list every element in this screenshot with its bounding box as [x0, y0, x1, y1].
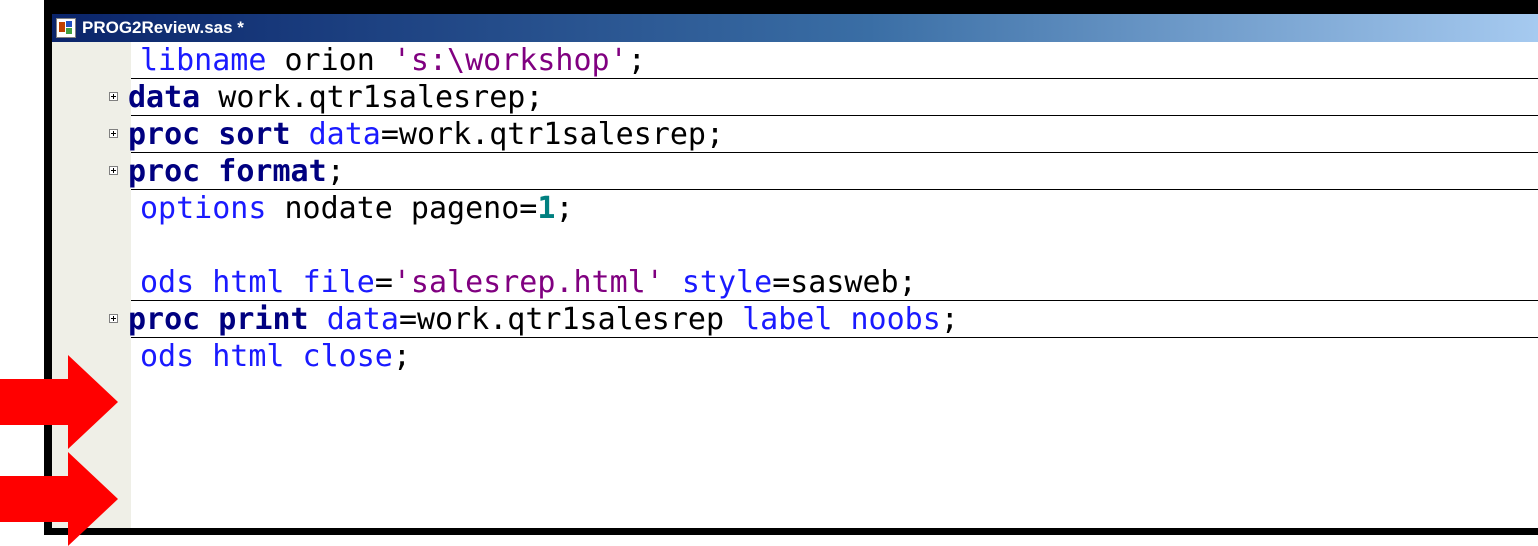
fold-expand-icon[interactable] [109, 129, 118, 138]
code-line[interactable]: ods html close; [52, 338, 1538, 375]
code-text: proc print data=work.qtr1salesrep label … [128, 301, 959, 338]
window-title: PROG2Review.sas * [82, 18, 244, 37]
code-token: proc sort [128, 117, 291, 152]
code-token: = [374, 265, 393, 300]
title-bar[interactable]: PROG2Review.sas * [52, 14, 1538, 42]
code-token: label noobs [742, 302, 941, 337]
code-token: data [128, 80, 201, 115]
sas-program-icon [56, 18, 76, 38]
code-token: nodate pageno= [266, 191, 538, 226]
code-text: libname orion 's:\workshop'; [140, 42, 646, 79]
arrow-to-ods-html-close [0, 452, 118, 546]
code-token: =work.qtr1salesrep; [380, 117, 725, 152]
code-token: options [140, 191, 267, 226]
code-line[interactable]: proc sort data=work.qtr1salesrep; [52, 116, 1538, 153]
code-text: ods html file='salesrep.html' style=sasw… [140, 264, 917, 301]
code-line[interactable]: proc print data=work.qtr1salesrep label … [52, 301, 1538, 338]
code-token: style [681, 265, 773, 300]
editor-window: PROG2Review.sas * libname orion 's:\work… [44, 0, 1538, 535]
code-token: ods html close [140, 339, 393, 374]
code-text: ods html close; [140, 338, 411, 375]
code-line[interactable] [52, 227, 1538, 264]
code-token: ; [627, 43, 646, 78]
code-token: proc format [128, 154, 327, 189]
code-text: proc sort data=work.qtr1salesrep; [128, 116, 724, 153]
code-token: data [308, 117, 381, 152]
code-token: file [302, 265, 375, 300]
fold-expand-icon[interactable] [109, 92, 118, 101]
code-line[interactable]: ods html file='salesrep.html' style=sasw… [52, 264, 1538, 301]
code-token: work.qtr1salesrep; [200, 80, 544, 115]
fold-expand-icon[interactable] [109, 314, 118, 323]
code-token: 1 [537, 191, 556, 226]
code-token: orion [266, 43, 393, 78]
code-line[interactable]: libname orion 's:\workshop'; [52, 42, 1538, 79]
code-text: proc format; [128, 153, 345, 190]
code-line[interactable]: data work.qtr1salesrep; [52, 79, 1538, 116]
code-token: ; [940, 302, 959, 337]
code-token: =work.qtr1salesrep [398, 302, 743, 337]
code-text: data work.qtr1salesrep; [128, 79, 543, 116]
code-line[interactable]: proc format; [52, 153, 1538, 190]
code-token: proc print [128, 302, 309, 337]
code-token: =sasweb; [772, 265, 917, 300]
fold-expand-icon[interactable] [109, 166, 118, 175]
code-text: options nodate pageno=1; [140, 190, 574, 227]
code-token: ; [326, 154, 345, 189]
code-token: ; [555, 191, 574, 226]
code-token: ods html [140, 265, 285, 300]
code-token: 'salesrep.html' [392, 265, 664, 300]
code-token: libname [140, 43, 267, 78]
code-token: data [326, 302, 399, 337]
code-token: ; [392, 339, 411, 374]
arrow-to-ods-html-file [0, 355, 118, 449]
code-token: 's:\workshop' [392, 43, 628, 78]
code-editor[interactable]: libname orion 's:\workshop'; data work.qt… [52, 42, 1538, 528]
code-line[interactable]: options nodate pageno=1; [52, 190, 1538, 227]
